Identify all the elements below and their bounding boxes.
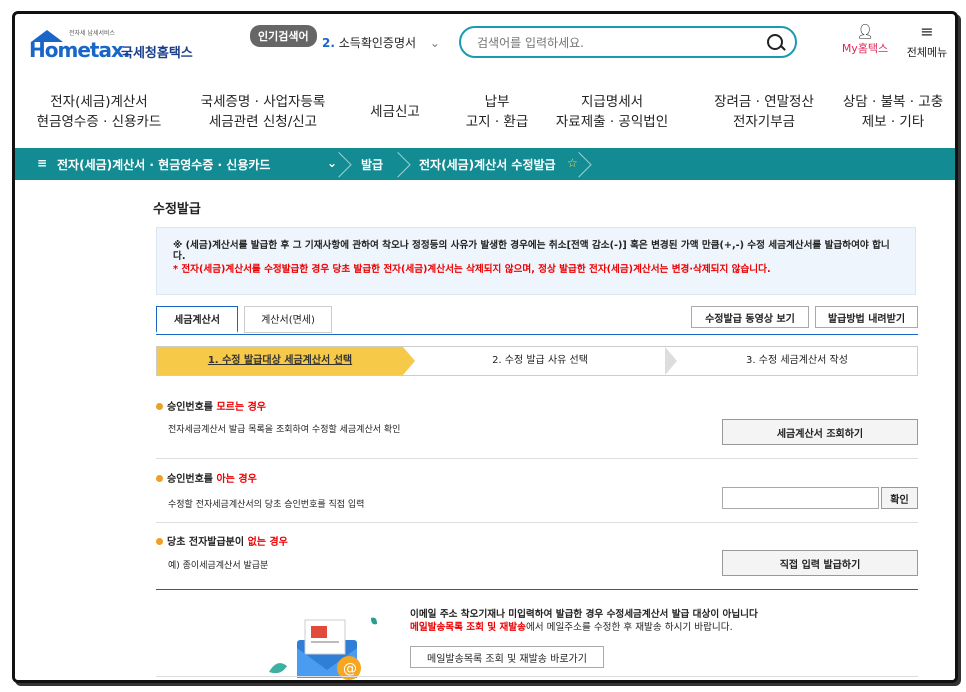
search-box <box>459 26 797 58</box>
nav-label: 납부 <box>484 94 510 110</box>
all-menu-label: 전체메뉴 <box>906 46 948 59</box>
hamburger-icon: ≡ <box>920 22 934 41</box>
logo-korean-name: 국세청홈택스 <box>121 46 193 61</box>
step-indicator: 1. 수정 발급대상 세금계산서 선택 2. 수정 발급 사유 선택 3. 수정… <box>156 346 918 376</box>
notice-box: ※ (세금)계산서를 발급한 후 그 기재사항에 관하여 착오나 정정등의 사유… <box>156 227 916 295</box>
hometax-logo[interactable]: 전자세 납세서비스 Hometax. 국세청홈택스 <box>29 28 204 62</box>
email-illustration-icon: @ <box>263 612 383 680</box>
divider <box>156 522 918 523</box>
divider <box>156 676 918 677</box>
section-heading: 승인번호를 아는 경우 <box>156 470 918 485</box>
nav-item-payment[interactable]: 납부 고지 · 환급 <box>447 92 547 132</box>
direct-issue-button[interactable]: 직접 입력 발급하기 <box>722 550 918 576</box>
approval-number-input[interactable] <box>722 487 879 509</box>
nav-label: 전자(세금)계산서 <box>50 94 148 110</box>
divider <box>156 589 918 590</box>
search-invoice-button[interactable]: 세금계산서 조회하기 <box>722 419 918 445</box>
email-notice-text: 이메일 주소 착오기재나 미입력하여 발급한 경우 수정세금계산서 발급 대상이… <box>410 609 758 620</box>
download-guide-button[interactable]: 발급방법 내려받기 <box>815 306 918 328</box>
nav-sublabel: 제보 · 기타 <box>861 114 925 130</box>
tab-invoice-exempt[interactable]: 계산서(면세) <box>244 306 332 333</box>
logo-wordmark: Hometax. <box>29 38 130 62</box>
my-hometax-label: My홈택스 <box>841 42 889 55</box>
site-header: 전자세 납세서비스 Hometax. 국세청홈택스 인기검색어 2. 소득확인증… <box>15 14 955 82</box>
notice-warning: * 전자(세금)계산서를 수정발급한 경우 당초 발급한 전자(세금)계산서는 … <box>173 264 771 275</box>
nav-sublabel: 세금관련 신청/신고 <box>208 114 318 130</box>
popular-rank: 2. <box>322 36 335 50</box>
video-guide-button[interactable]: 수정발급 동영상 보기 <box>691 306 809 328</box>
chevron-down-icon[interactable]: ⌄ <box>430 36 440 50</box>
step-2: 2. 수정 발급 사유 선택 <box>492 355 588 366</box>
email-resend-link-text: 메일발송목록 조회 및 재발송 <box>410 622 526 633</box>
heading-highlight: 모르는 경우 <box>216 402 266 413</box>
step-arrow <box>403 347 415 375</box>
email-notice-rest: 에서 메일주소를 수정한 후 재발송 하시기 바랍니다. <box>525 622 733 633</box>
page-title: 수정발급 <box>153 202 201 217</box>
search-input[interactable] <box>475 33 759 53</box>
popular-search-badge: 인기검색어 <box>250 25 317 47</box>
section-heading: 당초 전자발급분이 없는 경우 <box>156 533 918 548</box>
logo-tagline: 전자세 납세서비스 <box>69 30 116 37</box>
main-nav: 전자(세금)계산서 현금영수증 · 신용카드 국세증명 · 사업자등록 세금관련… <box>15 82 955 148</box>
heading-prefix: 승인번호를 <box>167 474 217 485</box>
invoice-type-tabs: 세금계산서 계산서(면세) 수정발급 동영상 보기 발급방법 내려받기 <box>156 306 918 335</box>
breadcrumb: ≡ 전자(세금)계산서 · 현금영수증 · 신용카드 ⌄ 발급 전자(세금)계산… <box>15 148 955 180</box>
step-1-active: 1. 수정 발급대상 세금계산서 선택 <box>157 347 403 375</box>
search-icon[interactable] <box>767 34 783 50</box>
breadcrumb-separator <box>579 148 591 180</box>
breadcrumb-menu-icon[interactable]: ≡ <box>37 156 47 170</box>
nav-item-consulting[interactable]: 상담 · 불복 · 고충 제보 · 기타 <box>831 92 955 132</box>
bullet-icon <box>156 538 163 545</box>
notice-text: ※ (세금)계산서를 발급한 후 그 기재사항에 관하여 착오나 정정등의 사유… <box>173 240 890 262</box>
step-3: 3. 수정 세금계산서 작성 <box>746 355 848 366</box>
heading-prefix: 승인번호를 <box>167 402 217 413</box>
popular-term: 소득확인증명서 <box>338 36 417 50</box>
popular-search-item[interactable]: 2. 소득확인증명서 ⌄ <box>322 34 440 51</box>
nav-item-statements[interactable]: 지급명세서 자료제출 · 공익법인 <box>547 92 677 132</box>
nav-item-tax-return[interactable]: 세금신고 <box>355 102 435 122</box>
logo-word: Hometax. <box>29 38 130 62</box>
nav-sublabel: 현금영수증 · 신용카드 <box>36 114 162 130</box>
nav-sublabel: 고지 · 환급 <box>465 114 529 130</box>
nav-label: 지급명세서 <box>580 94 644 110</box>
main-content: 수정발급 ※ (세금)계산서를 발급한 후 그 기재사항에 관하여 착오나 정정… <box>15 180 955 680</box>
nav-label: 국세증명 · 사업자등록 <box>200 94 326 110</box>
heading-highlight: 아는 경우 <box>216 474 257 485</box>
bullet-icon <box>156 475 163 482</box>
email-notice: 이메일 주소 착오기재나 미입력하여 발급한 경우 수정세금계산서 발급 대상이… <box>410 608 758 634</box>
section-heading: 승인번호를 모르는 경우 <box>156 398 918 413</box>
nav-item-certificates[interactable]: 국세증명 · 사업자등록 세금관련 신청/신고 <box>193 92 333 132</box>
user-icon: 👤︎ <box>856 24 874 40</box>
nav-sublabel: 전자기부금 <box>732 114 796 130</box>
heading-prefix: 당초 전자발급분이 <box>167 537 248 548</box>
my-hometax-link[interactable]: 👤︎ My홈택스 <box>835 24 895 56</box>
nav-sublabel: 자료제출 · 공익법인 <box>555 114 669 130</box>
all-menu-button[interactable]: ≡ 전체메뉴 <box>901 24 953 60</box>
heading-highlight: 없는 경우 <box>247 537 288 548</box>
breadcrumb-separator <box>398 148 410 180</box>
browser-frame: 전자세 납세서비스 Hometax. 국세청홈택스 인기검색어 2. 소득확인증… <box>12 11 958 683</box>
breadcrumb-level1[interactable]: 전자(세금)계산서 · 현금영수증 · 신용카드 <box>57 156 270 173</box>
nav-item-incentives[interactable]: 장려금 · 연말정산 전자기부금 <box>699 92 829 132</box>
nav-label: 세금신고 <box>370 104 420 120</box>
tab-tax-invoice[interactable]: 세금계산서 <box>156 306 238 333</box>
divider <box>156 458 918 459</box>
confirm-button[interactable]: 확인 <box>881 487 918 509</box>
nav-item-etax[interactable]: 전자(세금)계산서 현금영수증 · 신용카드 <box>29 92 169 132</box>
nav-label: 장려금 · 연말정산 <box>714 94 814 110</box>
breadcrumb-separator <box>339 148 351 180</box>
breadcrumb-level3: 전자(세금)계산서 수정발급 <box>419 158 556 172</box>
step-arrow <box>665 347 677 375</box>
nav-label: 상담 · 불복 · 고충 <box>842 94 944 110</box>
bullet-icon <box>156 403 163 410</box>
breadcrumb-level2[interactable]: 발급 <box>361 156 383 173</box>
svg-text:@: @ <box>343 661 357 677</box>
email-resend-button[interactable]: 메일발송목록 조회 및 재발송 바로가기 <box>410 646 604 668</box>
